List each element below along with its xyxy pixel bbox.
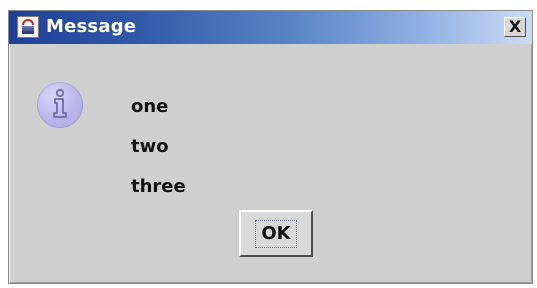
dialog-content: one two three OK — [9, 44, 532, 283]
ok-button-label: OK — [255, 219, 297, 248]
message-text-block: one two three — [131, 87, 186, 207]
information-icon — [37, 82, 83, 128]
title-bar[interactable]: Message X — [9, 11, 532, 44]
message-dialog: Message X one two three OK — [8, 10, 533, 284]
close-glyph: X — [508, 17, 522, 36]
java-app-icon — [17, 16, 39, 38]
message-line-three: three — [131, 176, 186, 197]
window-title: Message — [46, 16, 137, 37]
message-line-two: two — [131, 136, 169, 157]
ok-button[interactable]: OK — [239, 210, 313, 257]
close-icon[interactable]: X — [504, 17, 526, 37]
message-line-one: one — [131, 96, 169, 117]
